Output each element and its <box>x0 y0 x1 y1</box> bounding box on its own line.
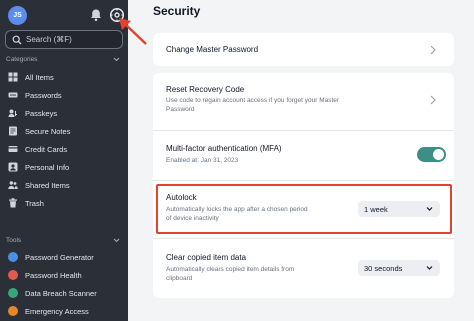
clear-clipboard-select-value: 30 seconds <box>364 263 403 273</box>
secure-notes-icon <box>8 126 18 136</box>
categories-label: Categories <box>6 56 38 63</box>
reset-recovery-code-row[interactable]: Reset Recovery Code Use code to regain a… <box>153 73 454 129</box>
sidebar-item-label: Shared Items <box>25 180 70 190</box>
sidebar-item-label: Personal Info <box>25 162 70 172</box>
sidebar-item-label: Trash <box>25 198 44 208</box>
tools-header[interactable]: Tools <box>6 237 120 244</box>
chevron-right-icon <box>430 45 436 55</box>
autolock-highlight <box>156 184 452 234</box>
sidebar-item-personal-info[interactable]: Personal Info <box>0 158 128 176</box>
sidebar-item-passwords[interactable]: Passwords <box>0 86 128 104</box>
passwords-icon <box>8 90 18 100</box>
categories-header[interactable]: Categories <box>6 56 120 63</box>
clear-clipboard-desc-2: clipboard <box>166 275 193 282</box>
mfa-title: Multi-factor authentication (MFA) <box>166 144 282 153</box>
chevron-down-icon <box>426 266 433 270</box>
sidebar-item-shared-items[interactable]: Shared Items <box>0 176 128 194</box>
sidebar-item-label: Password Generator <box>25 252 94 262</box>
mfa-row: Multi-factor authentication (MFA) Enable… <box>153 131 454 179</box>
all-items-icon <box>8 72 18 82</box>
sidebar-item-label: All Items <box>25 72 54 82</box>
reset-recovery-desc-2: Password <box>166 106 195 113</box>
settings-icon[interactable] <box>109 7 125 23</box>
emergency-access-icon <box>8 306 18 316</box>
passkeys-icon <box>8 108 18 118</box>
main-content: Security Change Master Password Reset Re… <box>128 0 474 321</box>
sidebar-item-label: Emergency Access <box>25 306 89 316</box>
mfa-toggle[interactable] <box>417 147 446 162</box>
change-master-password-label: Change Master Password <box>166 45 259 54</box>
tools-label: Tools <box>6 237 22 244</box>
chevron-down-icon <box>113 238 120 243</box>
sidebar-item-label: Passkeys <box>25 108 58 118</box>
password-generator-icon <box>8 252 18 262</box>
page-title: Security <box>153 4 201 18</box>
mfa-enabled-date: Enabled at: Jan 31, 2023 <box>166 157 239 164</box>
sidebar-item-label: Credit Cards <box>25 144 68 154</box>
clear-clipboard-select[interactable]: 30 seconds <box>358 260 440 276</box>
sidebar-item-label: Data Breach Scanner <box>25 288 97 298</box>
sidebar-item-password-generator[interactable]: Password Generator <box>0 248 128 266</box>
search-label: Search (⌘F) <box>26 35 72 44</box>
reset-recovery-title: Reset Recovery Code <box>166 85 245 94</box>
sidebar-item-credit-cards[interactable]: Credit Cards <box>0 140 128 158</box>
clear-clipboard-title: Clear copied item data <box>166 253 247 262</box>
shared-items-icon <box>8 180 18 190</box>
sidebar-item-password-health[interactable]: Password Health <box>0 266 128 284</box>
bell-icon[interactable] <box>89 8 103 22</box>
sidebar-item-trash[interactable]: Trash <box>0 194 128 212</box>
reset-recovery-desc-1: Use code to regain account access if you… <box>166 97 340 104</box>
sidebar-item-secure-notes[interactable]: Secure Notes <box>0 122 128 140</box>
sidebar-item-data-breach-scanner[interactable]: Data Breach Scanner <box>0 284 128 302</box>
chevron-down-icon <box>113 57 120 62</box>
sidebar-topbar: JS <box>6 6 125 26</box>
categories-nav: All Items Passwords Passkeys Secure Note… <box>0 68 128 212</box>
password-health-icon <box>8 270 18 280</box>
clear-clipboard-row: Clear copied item data Automatically cle… <box>153 239 454 298</box>
sidebar: JS Search (⌘F) Categories All Items Pass… <box>0 0 128 321</box>
sidebar-item-all-items[interactable]: All Items <box>0 68 128 86</box>
sidebar-item-label: Passwords <box>25 90 62 100</box>
sidebar-item-label: Password Health <box>25 270 82 280</box>
search-input[interactable]: Search (⌘F) <box>5 30 123 49</box>
tools-nav: Password Generator Password Health Data … <box>0 248 128 320</box>
sidebar-item-label: Secure Notes <box>25 126 71 136</box>
change-master-password-row[interactable]: Change Master Password <box>153 33 454 66</box>
trash-icon <box>8 198 18 208</box>
avatar[interactable]: JS <box>8 6 27 25</box>
credit-cards-icon <box>8 144 18 154</box>
clear-clipboard-desc-1: Automatically clears copied item details… <box>166 266 295 273</box>
personal-info-icon <box>8 162 18 172</box>
sidebar-item-passkeys[interactable]: Passkeys <box>0 104 128 122</box>
sidebar-item-emergency-access[interactable]: Emergency Access <box>0 302 128 320</box>
chevron-right-icon <box>430 95 436 105</box>
search-icon <box>12 35 22 44</box>
data-breach-scanner-icon <box>8 288 18 298</box>
